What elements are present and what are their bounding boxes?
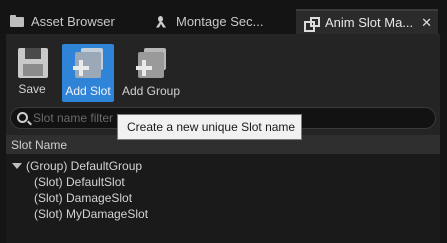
tab-bar: Asset Browser Montage Sec... Anim Slot M… [0, 0, 447, 34]
tab-asset-browser[interactable]: Asset Browser [10, 9, 146, 34]
slot-label: (Slot) DefaultSlot [34, 175, 125, 189]
tree-group-row[interactable]: (Group) DefaultGroup [12, 158, 142, 174]
search-icon [17, 112, 28, 123]
tab-label: Asset Browser [31, 14, 115, 29]
close-icon[interactable]: ✕ [421, 15, 432, 31]
add-slot-tooltip: Create a new unique Slot name [117, 114, 302, 140]
search-input[interactable] [33, 111, 123, 125]
slot-tree: (Group) DefaultGroup (Slot) DefaultSlot … [6, 155, 440, 243]
tab-montage-sections[interactable]: Montage Sec... [155, 9, 290, 34]
add-group-button[interactable]: Add Group [119, 44, 183, 102]
slot-label: (Slot) DamageSlot [34, 191, 133, 205]
tab-label: Montage Sec... [176, 14, 264, 29]
toolbar: Save Add Slot Add Group [6, 34, 440, 104]
add-group-icon [134, 48, 168, 80]
tab-label: Anim Slot Ma... [325, 15, 414, 30]
expand-caret-icon[interactable] [12, 163, 22, 169]
group-label: (Group) DefaultGroup [26, 159, 143, 173]
slot-label: (Slot) MyDamageSlot [34, 207, 149, 221]
save-button-label: Save [18, 82, 46, 96]
add-slot-icon [71, 48, 105, 80]
add-group-button-label: Add Group [121, 84, 181, 98]
tree-slot-row[interactable]: (Slot) MyDamageSlot [34, 206, 148, 222]
folder-icon [10, 14, 24, 29]
save-button[interactable]: Save [12, 44, 52, 102]
slot-icon [304, 16, 320, 32]
add-slot-button-label: Add Slot [65, 84, 111, 98]
add-slot-button[interactable]: Add Slot [62, 44, 114, 102]
tree-slot-row[interactable]: (Slot) DefaultSlot [34, 174, 125, 190]
tab-anim-slot-manager[interactable]: Anim Slot Ma... ✕ [296, 9, 438, 34]
tree-slot-row[interactable]: (Slot) DamageSlot [34, 190, 132, 206]
save-disk-icon [18, 48, 48, 78]
montage-icon [155, 15, 169, 29]
